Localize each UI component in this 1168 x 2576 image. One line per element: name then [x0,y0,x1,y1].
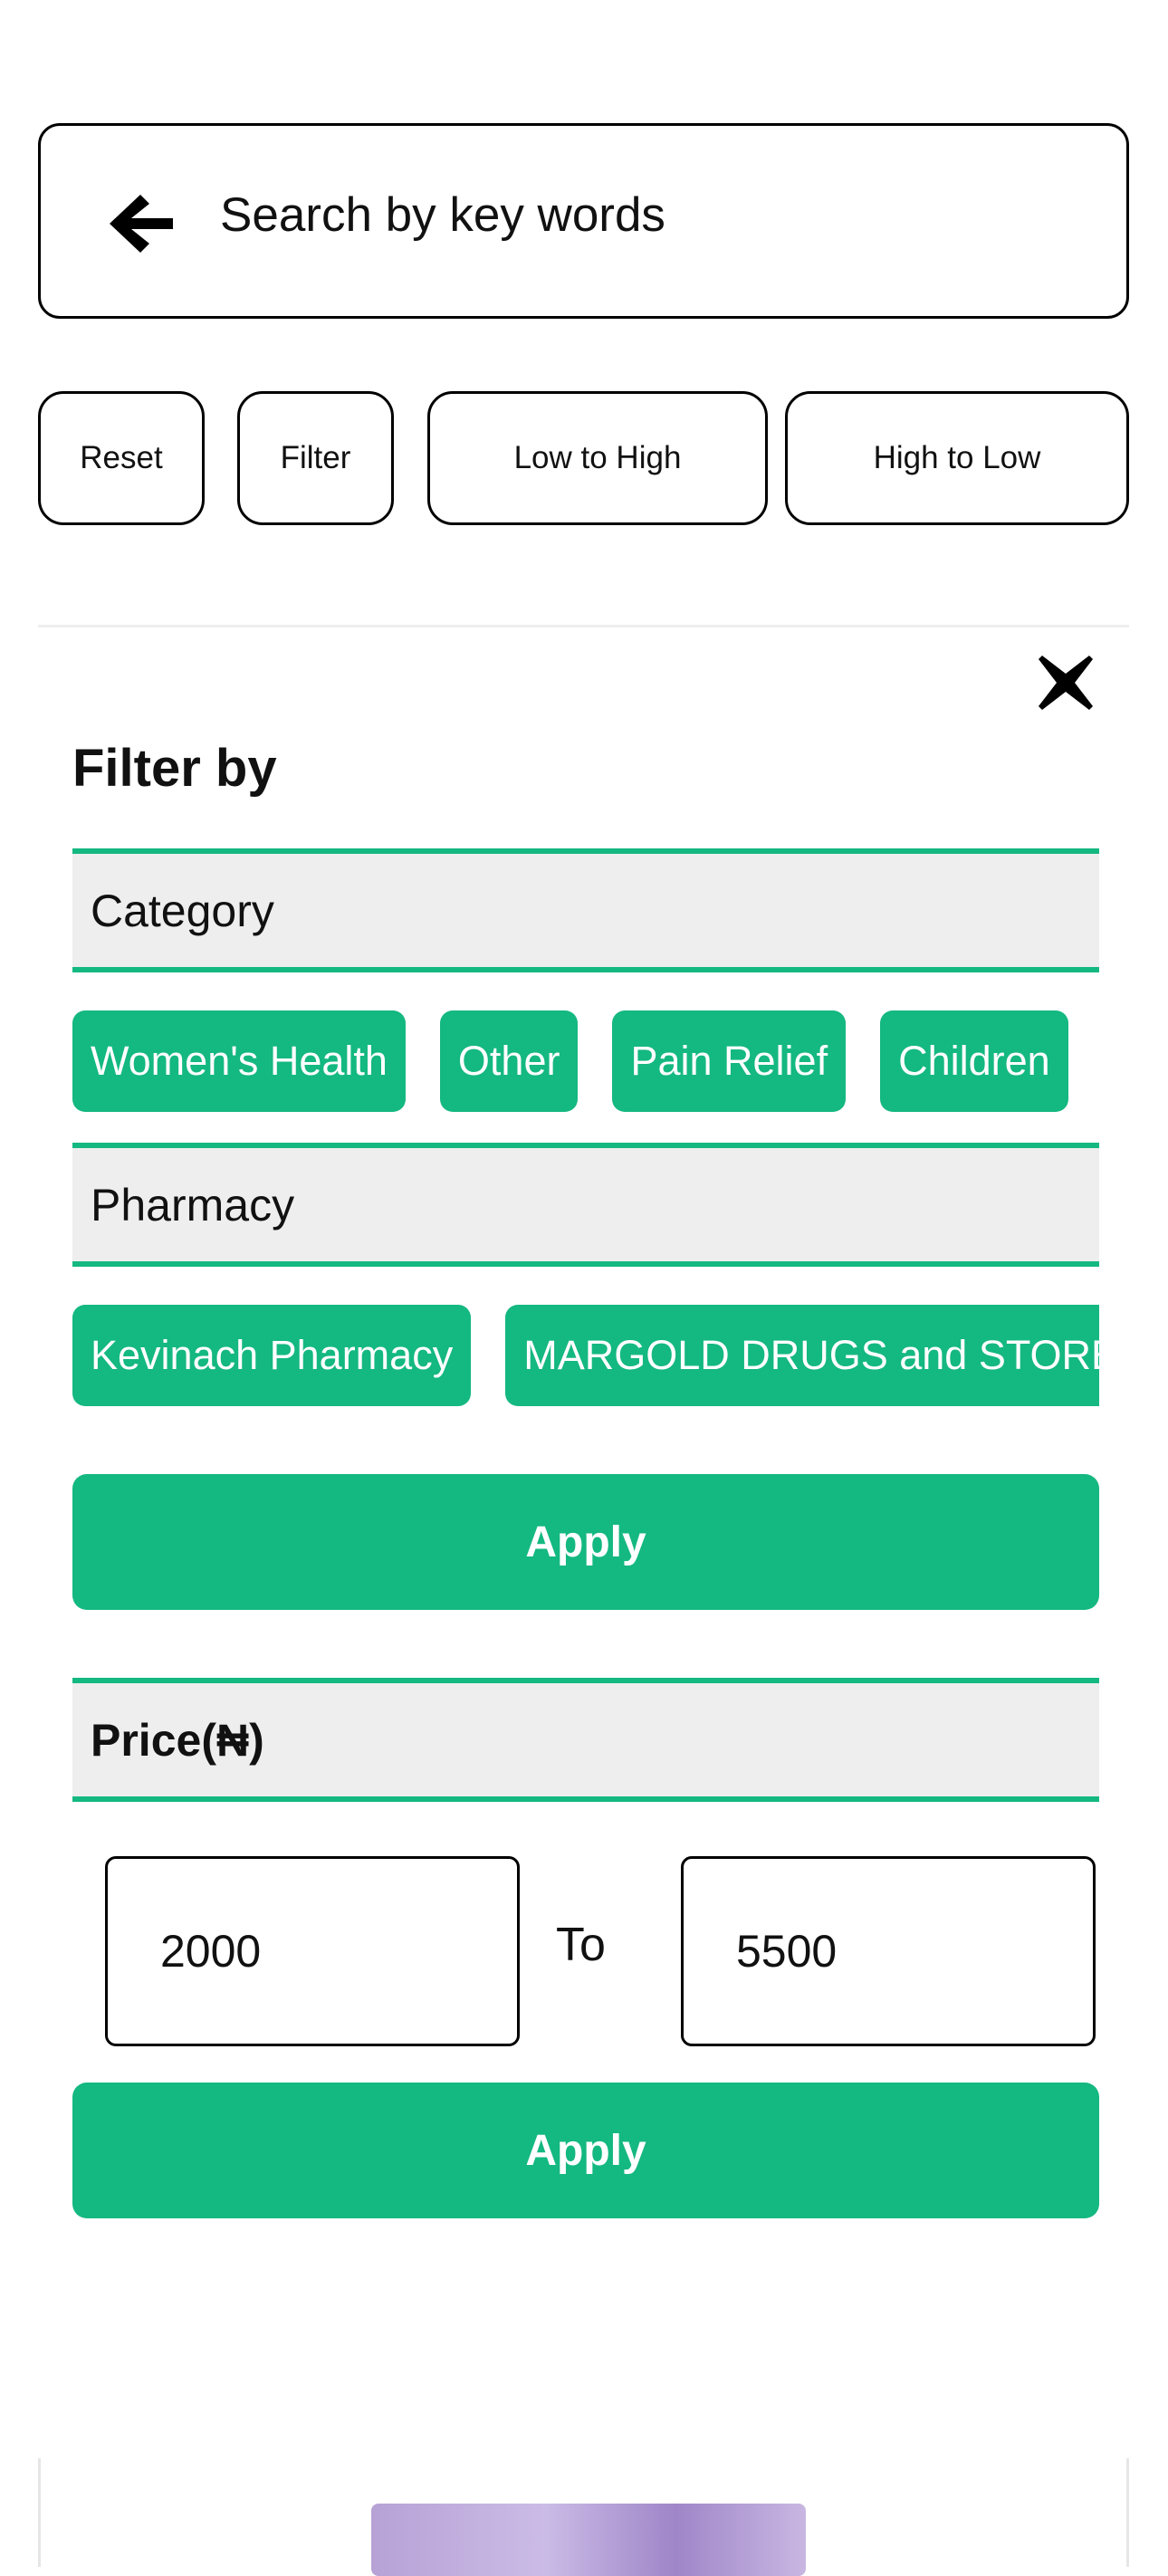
category-section-header: Category [72,848,1099,972]
price-header-label: Price(₦) [91,1714,264,1766]
category-chip[interactable]: Pain Relief [612,1010,847,1112]
product-image [371,2504,806,2576]
apply-filter-button[interactable]: Apply [72,1474,1099,1610]
price-max-input[interactable]: 5500 [681,1856,1096,2046]
reset-button[interactable]: Reset [38,391,205,525]
arrow-left-icon[interactable] [106,191,177,256]
filter-button[interactable]: Filter [237,391,394,525]
sort-low-to-high-button[interactable]: Low to High [427,391,768,525]
pharmacy-chip[interactable]: MARGOLD DRUGS and STORES [505,1305,1099,1406]
product-card[interactable] [38,2458,1129,2576]
pharmacy-section-header: Pharmacy [72,1143,1099,1267]
pharmacy-chip-row: Kevinach Pharmacy MARGOLD DRUGS and STORE… [72,1305,1099,1406]
pharmacy-header-label: Pharmacy [91,1179,295,1231]
category-chip[interactable]: Women's Health [72,1010,406,1112]
search-input[interactable]: Search by key words [220,187,665,243]
search-bar[interactable]: Search by key words [38,123,1129,319]
pharmacy-chip[interactable]: Kevinach Pharmacy [72,1305,472,1406]
price-min-value: 2000 [160,1926,262,1977]
category-chip-row: Women's Health Other Pain Relief Children [72,1010,1099,1112]
price-section-header: Price(₦) [72,1678,1099,1802]
close-icon[interactable] [1035,652,1096,713]
category-header-label: Category [91,885,274,936]
apply-price-button[interactable]: Apply [72,2083,1099,2218]
price-min-input[interactable]: 2000 [105,1856,520,2046]
category-chip[interactable]: Children [880,1010,1068,1112]
price-max-value: 5500 [736,1926,838,1977]
price-to-label: To [556,1919,606,1971]
category-chip[interactable]: Other [439,1010,579,1112]
divider [38,625,1129,627]
filter-panel-title: Filter by [72,739,277,798]
sort-high-to-low-button[interactable]: High to Low [785,391,1129,525]
